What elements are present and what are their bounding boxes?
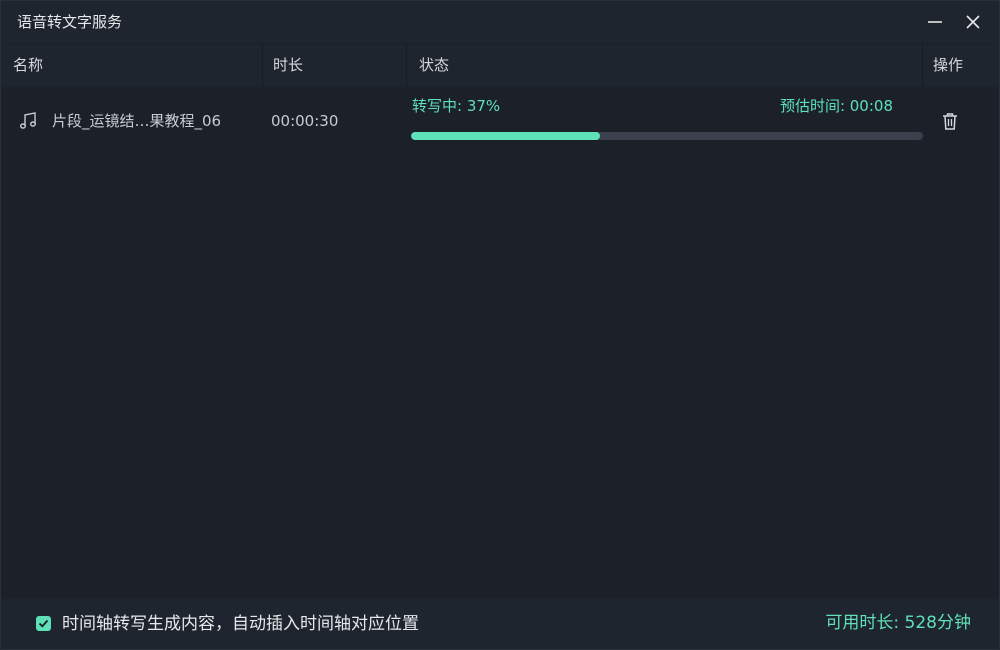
window-title: 语音转文字服务 <box>17 13 123 31</box>
column-divider <box>406 44 407 87</box>
delete-button[interactable] <box>937 108 963 134</box>
transcription-status: 转写中: 37% <box>412 97 501 115</box>
table-row: 片段_运镜结…果教程_06 00:00:30 转写中: 37% 预估时间: 00… <box>1 87 999 155</box>
minimize-icon <box>928 21 942 23</box>
estimated-time: 预估时间: 00:08 <box>779 97 893 115</box>
file-name: 片段_运镜结…果教程_06 <box>52 112 222 130</box>
speech-to-text-window: 语音转文字服务 名称 时长 状态 操作 片段_运镜结…果教程_06 00:00:… <box>0 0 1000 650</box>
column-header-name: 名称 <box>13 56 44 74</box>
auto-insert-checkbox[interactable] <box>36 616 51 631</box>
footer-bar: 时间轴转写生成内容，自动插入时间轴对应位置 可用时长: 528分钟 <box>1 599 999 649</box>
auto-insert-label: 时间轴转写生成内容，自动插入时间轴对应位置 <box>62 614 419 634</box>
column-divider <box>262 44 263 87</box>
close-icon <box>966 15 980 29</box>
table-header: 名称 时长 状态 操作 <box>1 44 999 87</box>
trash-icon <box>943 113 957 130</box>
column-divider <box>922 44 923 87</box>
checkmark-icon <box>38 619 49 628</box>
close-button[interactable] <box>961 10 985 34</box>
minimize-button[interactable] <box>923 10 947 34</box>
progress-bar <box>411 132 923 140</box>
music-note-icon <box>20 112 36 129</box>
column-header-action: 操作 <box>933 56 964 74</box>
progress-bar-fill <box>411 132 601 140</box>
available-duration: 可用时长: 528分钟 <box>825 613 971 633</box>
file-duration: 00:00:30 <box>271 112 339 130</box>
column-header-status: 状态 <box>419 56 450 74</box>
title-bar: 语音转文字服务 <box>1 1 999 43</box>
column-header-duration: 时长 <box>273 56 304 74</box>
